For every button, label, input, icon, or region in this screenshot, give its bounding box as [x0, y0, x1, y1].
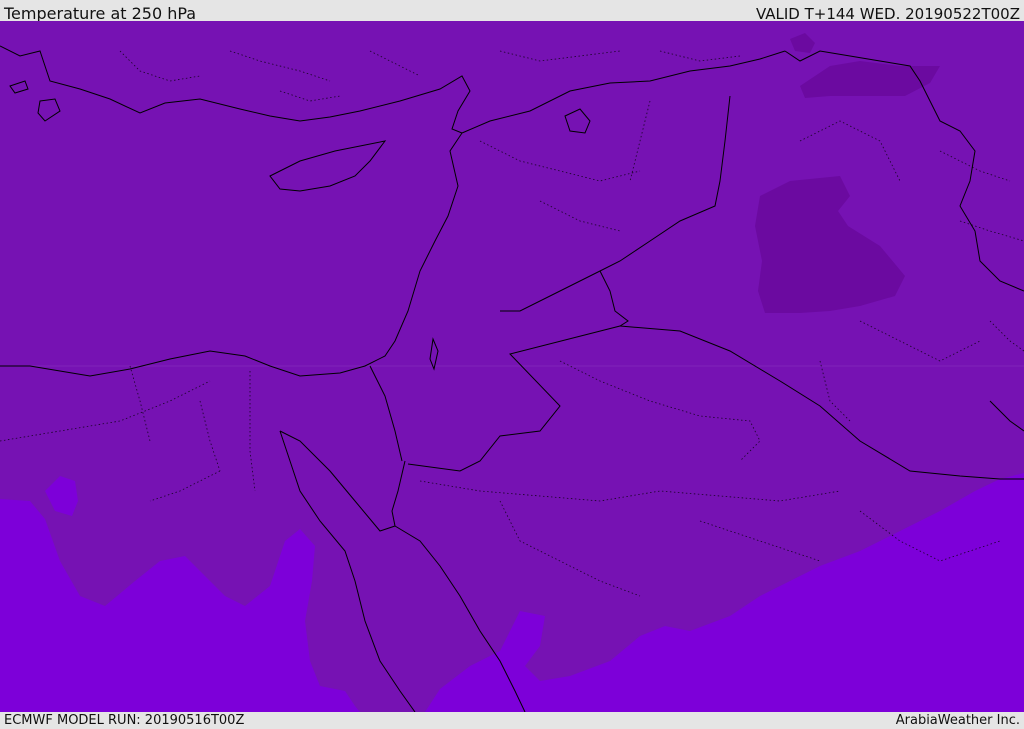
- temperature-map: [0, 21, 1024, 712]
- credit-label: ArabiaWeather Inc.: [895, 713, 1020, 728]
- model-run-label: ECMWF MODEL RUN: 20190516T00Z: [4, 713, 245, 728]
